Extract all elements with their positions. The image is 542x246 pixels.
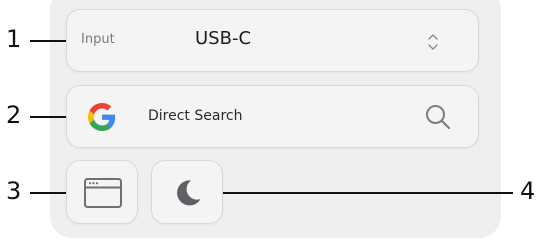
moon-icon	[177, 180, 201, 206]
callout-number-2: 2	[6, 101, 22, 129]
callout-line-3	[30, 192, 66, 194]
direct-search-label: Direct Search	[148, 108, 243, 124]
magnifier-icon[interactable]	[423, 102, 453, 132]
input-selector[interactable]: Input USB-C	[66, 9, 479, 72]
screenshot-stage: Input USB-C Direct Search 1 2 3 4	[0, 0, 542, 246]
app-window-icon	[84, 178, 122, 208]
input-selector-label: Input	[81, 32, 115, 47]
direct-search-field[interactable]: Direct Search	[66, 85, 479, 148]
callout-number-1: 1	[6, 25, 22, 53]
callout-number-4: 4	[520, 177, 536, 205]
callout-number-3: 3	[6, 177, 22, 205]
callout-line-4	[223, 192, 513, 194]
google-logo-icon	[88, 103, 116, 131]
callout-line-2	[30, 116, 66, 118]
callout-line-1	[30, 40, 66, 42]
input-selector-value: USB-C	[195, 28, 252, 49]
dark-mode-button[interactable]	[151, 160, 223, 224]
app-window-button[interactable]	[66, 160, 138, 224]
chevron-up-down-icon[interactable]	[426, 30, 440, 54]
